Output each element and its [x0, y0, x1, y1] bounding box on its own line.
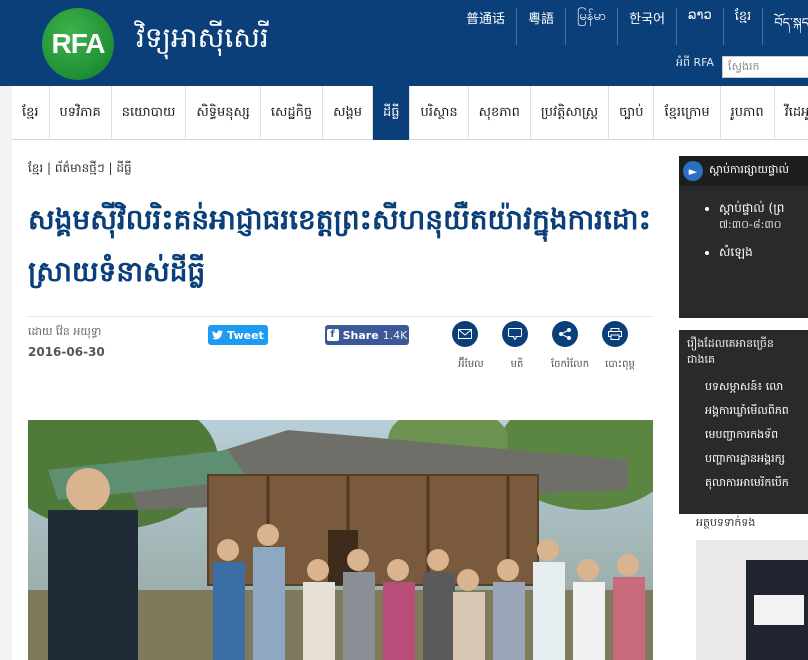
share-icon[interactable]: [552, 321, 578, 347]
nav-item-politics[interactable]: នយោបាយ: [112, 86, 187, 140]
related-image: [696, 540, 808, 660]
most-read-panel: រឿងដែលគេអានច្រើនជាងគេ បទសម្ភាសន៍៖ លោ អង្…: [679, 330, 808, 514]
related-label: អត្ថបទទាក់ទង: [696, 516, 756, 529]
lang-tibetan[interactable]: བོད་སྐད།: [762, 8, 808, 45]
lang-burmese[interactable]: မြန်မာ: [565, 8, 617, 45]
nav-item-health[interactable]: សុខភាព: [469, 86, 531, 140]
print-label[interactable]: បោះពុម្ព: [596, 357, 644, 372]
list-item[interactable]: បញ្ហាការដ្ឋានអង្គរក្ស: [705, 452, 808, 468]
nav-item-khmer[interactable]: ខ្មែរ: [12, 86, 50, 140]
listen-live-label: ស្ដាប់ផ្ទាល់ (ព្រ: [719, 201, 785, 215]
share-text-label[interactable]: ចែករំលែក: [544, 357, 596, 372]
share-actions: [452, 321, 628, 347]
share-action-labels: អ៊ីមែល មតិ ចែករំលែក បោះពុម្ព: [452, 357, 644, 372]
listen-audio-label: សំឡេង: [719, 245, 753, 259]
facebook-icon: f: [326, 329, 339, 341]
nav-item-video[interactable]: វីដេអូ: [775, 86, 808, 140]
nav-item-analysis[interactable]: បទវិភាគ: [50, 86, 112, 140]
nav-item-khmer-krom[interactable]: ខ្មែរក្រោម: [654, 86, 721, 140]
page-left-gutter: [0, 86, 12, 660]
listen-live-list: ស្ដាប់ផ្ទាល់ (ព្រ ៧:៣០-៨:៣០ សំឡេង: [679, 200, 808, 262]
nav-item-environment[interactable]: បរិស្ថាន: [410, 86, 469, 140]
site-name[interactable]: វិទ្យុអាស៊ីសេរី: [136, 20, 269, 61]
tweet-button[interactable]: Tweet: [208, 325, 268, 345]
lang-khmer[interactable]: ខ្មែរ: [722, 8, 763, 45]
search-input[interactable]: ស្វែងរក: [722, 56, 808, 78]
about-link[interactable]: អំពី RFA: [676, 56, 714, 72]
list-item[interactable]: បទសម្ភាសន៍៖ លោ: [705, 380, 808, 396]
related-thumbnail[interactable]: [696, 540, 808, 660]
tweet-label: Tweet: [227, 328, 264, 342]
main-nav: ខ្មែរ បទវិភាគ នយោបាយ សិទ្ធិមនុស្ស សេដ្ឋក…: [12, 86, 808, 140]
nav-item-photos[interactable]: រូបភាព: [721, 86, 775, 140]
listen-live-header[interactable]: ► ស្ដាប់ការផ្សាយផ្ទាល់: [679, 156, 808, 186]
nav-item-land[interactable]: ដីធ្លី: [372, 86, 411, 140]
lang-lao[interactable]: ລາວ: [676, 8, 723, 45]
list-item[interactable]: អង្គការឃ្លាំមើលពិភព: [705, 404, 808, 420]
logo-text: RFA: [51, 28, 106, 59]
list-item[interactable]: តុលាការអាមេរិកបើក: [705, 476, 808, 492]
listen-live-item[interactable]: ស្ដាប់ផ្ទាល់ (ព្រ ៧:៣០-៨:៣០: [719, 200, 808, 234]
email-icon[interactable]: [452, 321, 478, 347]
nav-item-human-rights[interactable]: សិទ្ធិមនុស្ស: [186, 86, 261, 140]
comment-icon[interactable]: [502, 321, 528, 347]
listen-audio-item[interactable]: សំឡេង: [719, 244, 808, 262]
article-photo[interactable]: [28, 420, 653, 660]
listen-live-panel: ► ស្ដាប់ការផ្សាយផ្ទាល់ ស្ដាប់ផ្ទាល់ (ព្រ…: [679, 156, 808, 318]
speaker-icon: ►: [683, 161, 703, 181]
list-item[interactable]: មេបញ្ជាការកងទ័ព: [705, 428, 808, 444]
article-title: សង្គមស៊ីវិលរិះគន់អាជ្ញាធរខេត្តព្រះសីហនុយ…: [28, 203, 651, 288]
lang-korean[interactable]: 한국어: [617, 8, 676, 45]
article: ខ្មែរ | ព័ត៌មានថ្មីៗ | ដីធ្លី សង្គមស៊ីវិ…: [28, 160, 653, 660]
rfa-logo[interactable]: RFA: [42, 8, 114, 80]
comment-label[interactable]: មតិ: [490, 357, 544, 372]
listen-live-time: ៧:៣០-៨:៣០: [719, 218, 782, 231]
print-icon[interactable]: [602, 321, 628, 347]
twitter-bird-icon: [212, 330, 224, 340]
most-read-title: រឿងដែលគេអានច្រើនជាងគេ: [687, 337, 774, 366]
language-switcher: 普通话 粵語 မြန်မာ 한국어 ລາວ ខ្មែរ བོད་སྐད།: [455, 8, 808, 45]
listen-live-title: ស្ដាប់ការផ្សាយផ្ទាល់: [709, 163, 789, 176]
villagers-photo: [28, 420, 653, 660]
nav-item-economy[interactable]: សេដ្ឋកិច្ច: [261, 86, 324, 140]
lang-cantonese[interactable]: 粵語: [516, 8, 565, 45]
nav-item-law[interactable]: ច្បាប់: [609, 86, 655, 140]
article-meta: ដោយ វ៉ែន អយុទ្ធា 2016-06-30 Tweet f Shar…: [28, 316, 653, 376]
site-header: RFA វិទ្យុអាស៊ីសេរី 普通话 粵語 မြန်မာ 한국어 ລາ…: [0, 0, 808, 86]
most-read-list: បទសម្ភាសន៍៖ លោ អង្គការឃ្លាំមើលពិភព មេបញ្…: [679, 380, 808, 492]
publish-date: 2016-06-30: [28, 345, 105, 359]
nav-item-history[interactable]: ប្រវត្តិសាស្ត្រ: [531, 86, 610, 140]
breadcrumb[interactable]: ខ្មែរ | ព័ត៌មានថ្មីៗ | ដីធ្លី: [28, 160, 653, 178]
byline: ដោយ វ៉ែន អយុទ្ធា: [28, 325, 102, 338]
nav-item-society[interactable]: សង្គម: [323, 86, 373, 140]
email-label[interactable]: អ៊ីមែល: [452, 357, 490, 372]
lang-mandarin[interactable]: 普通话: [455, 8, 516, 45]
share-count: 1.4K: [382, 328, 408, 342]
share-label: Share: [342, 328, 379, 342]
facebook-share-button[interactable]: f Share 1.4K: [325, 325, 409, 345]
